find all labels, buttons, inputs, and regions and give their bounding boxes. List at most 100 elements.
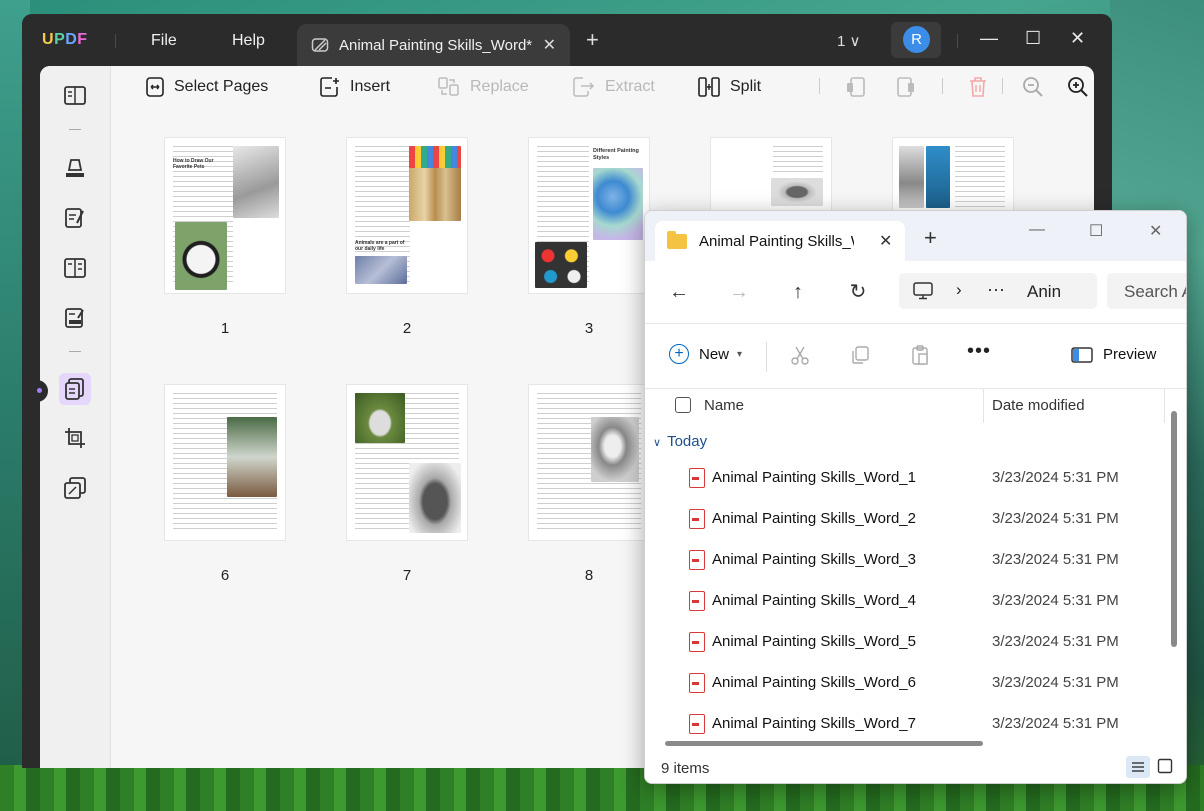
file-row[interactable]: Animal Painting Skills_Word_2 3/23/2024 … <box>681 498 1171 539</box>
divider <box>1002 78 1003 94</box>
pdf-file-icon <box>689 591 705 611</box>
comment-tool[interactable] <box>59 152 91 184</box>
split-icon <box>698 77 720 97</box>
active-indicator <box>34 380 48 402</box>
breadcrumb-separator[interactable]: › <box>956 280 962 300</box>
extract-button[interactable]: Extract <box>573 74 655 100</box>
zoom-in-icon[interactable] <box>1066 75 1090 99</box>
file-row[interactable]: Animal Painting Skills_Word_5 3/23/2024 … <box>681 621 1171 662</box>
address-bar[interactable]: › ··· Anin <box>899 273 1097 309</box>
account-button[interactable]: R <box>891 22 941 58</box>
close-tab-icon[interactable]: ✕ <box>879 231 892 251</box>
new-button[interactable]: + New ▾ <box>669 344 742 364</box>
divider <box>69 351 81 352</box>
page-tools-tool[interactable] <box>59 472 91 504</box>
column-divider[interactable] <box>1164 389 1165 423</box>
column-header-name[interactable]: Name <box>704 397 744 414</box>
sign-tool[interactable] <box>59 302 91 334</box>
file-name: Animal Painting Skills_Word_5 <box>712 633 916 650</box>
close-tab-icon[interactable]: ✕ <box>543 35 556 55</box>
select-all-checkbox[interactable] <box>675 397 691 413</box>
form-tool[interactable] <box>59 252 91 284</box>
horizontal-scrollbar[interactable] <box>665 741 983 746</box>
crop-tool[interactable] <box>59 422 91 454</box>
back-button[interactable]: ← <box>668 281 690 303</box>
pdf-file-icon <box>689 468 705 488</box>
page-number-label: 1 <box>220 320 230 337</box>
page-thumbnail[interactable] <box>347 385 467 540</box>
minimize-button[interactable]: — <box>1029 221 1045 239</box>
pdf-file-icon <box>689 550 705 570</box>
new-tab-button[interactable]: + <box>586 29 599 51</box>
rotate-right-icon[interactable] <box>894 75 918 99</box>
blue-door-image <box>926 146 950 208</box>
file-row[interactable]: Animal Painting Skills_Word_1 3/23/2024 … <box>681 457 1171 498</box>
breadcrumb-overflow[interactable]: ··· <box>987 279 1005 300</box>
maximize-button[interactable]: ☐ <box>1025 28 1041 49</box>
close-window-button[interactable]: ✕ <box>1070 28 1085 49</box>
organize-pages-tool[interactable] <box>59 373 91 405</box>
split-button[interactable]: Split <box>698 74 761 100</box>
copy-icon[interactable] <box>849 344 871 366</box>
reader-tool[interactable] <box>59 80 91 112</box>
edit-tool[interactable] <box>59 202 91 234</box>
column-divider[interactable] <box>983 389 984 423</box>
close-window-button[interactable]: ✕ <box>1149 221 1162 241</box>
organize-pages-icon <box>65 378 84 400</box>
maximize-button[interactable]: ☐ <box>1089 221 1103 241</box>
rotate-left-icon[interactable] <box>844 75 868 99</box>
page-number-label: 2 <box>402 320 412 337</box>
replace-label: Replace <box>470 78 529 95</box>
more-options-button[interactable]: ••• <box>967 340 991 363</box>
page-thumbnail[interactable]: How to Draw Our Favorite Pets <box>165 138 285 293</box>
cut-icon[interactable] <box>789 344 811 366</box>
preview-pane-button[interactable]: Preview <box>1071 346 1156 363</box>
divider <box>766 342 767 372</box>
file-row[interactable]: Animal Painting Skills_Word_6 3/23/2024 … <box>681 662 1171 703</box>
zoom-out-icon[interactable] <box>1021 75 1045 99</box>
column-header-date-modified[interactable]: Date modified <box>992 397 1085 414</box>
up-button[interactable]: ↑ <box>787 281 809 303</box>
delete-icon[interactable] <box>966 75 990 99</box>
file-row[interactable]: Animal Painting Skills_Word_4 3/23/2024 … <box>681 580 1171 621</box>
large-icons-view-icon[interactable] <box>1157 758 1173 774</box>
organize-toolbar: Select Pages Insert Replace Extract Spli… <box>110 66 1094 106</box>
paste-icon[interactable] <box>909 344 931 366</box>
refresh-button[interactable]: ↻ <box>847 281 869 303</box>
new-tab-button[interactable]: + <box>924 227 937 249</box>
sketch-on-table-image <box>227 417 277 497</box>
select-pages-label: Select Pages <box>174 78 269 95</box>
rabbit-sketch-image <box>409 463 461 533</box>
page-thumbnail[interactable]: Different Painting Styles <box>529 138 649 293</box>
page-thumbnail[interactable] <box>165 385 285 540</box>
page-thumbnail[interactable] <box>529 385 649 540</box>
menu-help[interactable]: Help <box>232 32 265 50</box>
group-header-today[interactable]: ∨ Today <box>653 433 707 450</box>
menu-file[interactable]: File <box>151 32 177 50</box>
details-view-icon <box>1132 762 1144 772</box>
vertical-scrollbar[interactable] <box>1171 411 1177 647</box>
pdf-file-icon <box>689 632 705 652</box>
replace-button[interactable]: Replace <box>438 74 529 100</box>
insert-button[interactable]: Insert <box>320 74 390 100</box>
item-count: 9 items <box>661 760 710 777</box>
page-thumbnail[interactable]: Animals are a part of our daily life <box>347 138 467 293</box>
search-input[interactable]: Search A <box>1107 273 1186 309</box>
explorer-status-bar: 9 items <box>645 753 1186 783</box>
rabbit-photo-image <box>355 393 405 443</box>
file-row[interactable]: Animal Painting Skills_Word_7 3/23/2024 … <box>681 703 1171 744</box>
explorer-tab[interactable]: Animal Painting Skills_Word ✕ <box>655 221 905 261</box>
extract-icon <box>573 77 595 97</box>
file-name: Animal Painting Skills_Word_7 <box>712 715 916 732</box>
select-pages-button[interactable]: Select Pages <box>146 74 268 100</box>
window-count-dropdown[interactable]: 1 ∨ <box>837 32 861 50</box>
insert-label: Insert <box>350 78 391 95</box>
minimize-button[interactable]: — <box>980 28 998 49</box>
document-tab-title: Animal Painting Skills_Word* <box>339 37 533 54</box>
document-tab[interactable]: Animal Painting Skills_Word* ✕ <box>297 24 570 66</box>
file-row[interactable]: Animal Painting Skills_Word_3 3/23/2024 … <box>681 539 1171 580</box>
breadcrumb-current[interactable]: Anin <box>1027 282 1061 302</box>
divider <box>819 78 820 94</box>
forward-button[interactable]: → <box>728 281 750 303</box>
details-view-button[interactable] <box>1126 756 1150 778</box>
